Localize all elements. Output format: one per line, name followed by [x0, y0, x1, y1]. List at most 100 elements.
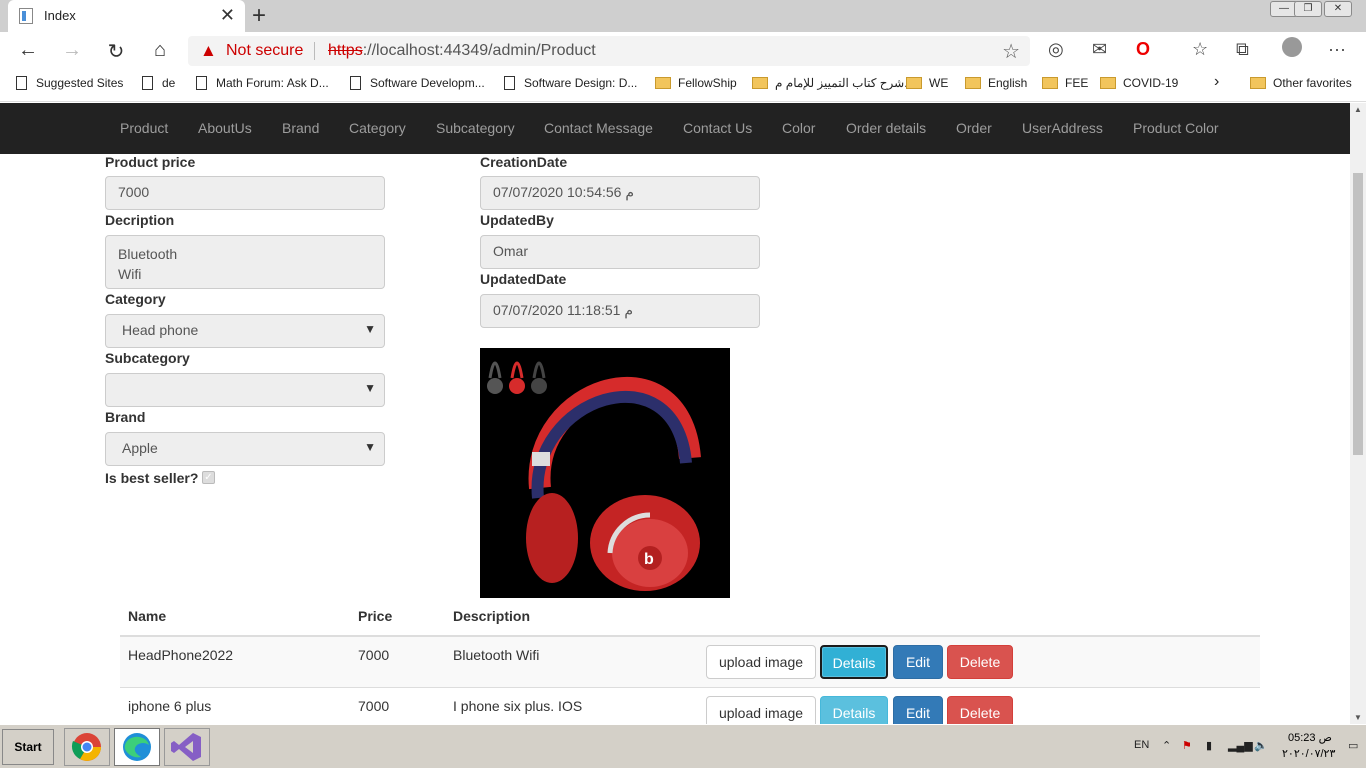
nav-link-category[interactable]: Category [349, 120, 406, 136]
visual-studio-app-icon[interactable] [164, 728, 210, 766]
network-icon[interactable]: ▂▄▆ [1228, 739, 1253, 752]
collections-icon[interactable]: ⧉ [1236, 39, 1249, 60]
nav-link-color[interactable]: Color [782, 120, 815, 136]
favorite-folder[interactable]: Other favorites [1250, 76, 1352, 90]
favorite-folder[interactable]: FEE [1042, 76, 1088, 90]
category-select[interactable]: Head phone ▼ [105, 314, 385, 348]
nav-link-contact-message[interactable]: Contact Message [544, 120, 653, 136]
upload-image-button[interactable]: upload image [706, 696, 816, 724]
language-indicator[interactable]: EN [1134, 739, 1149, 751]
nav-link-order-details[interactable]: Order details [846, 120, 926, 136]
subcategory-select[interactable]: ▼ [105, 373, 385, 407]
favorite-item[interactable]: Software Developm... [350, 76, 485, 90]
chevron-right-icon[interactable]: › [1214, 73, 1219, 91]
opera-icon[interactable]: O [1136, 39, 1150, 60]
chevron-up-icon[interactable]: ⌃ [1162, 739, 1171, 752]
bestseller-checkbox[interactable]: ✓ [202, 471, 215, 484]
address-row: ← → ↻ ⌂ ▲ Not secure https://localhost:4… [0, 32, 1366, 70]
cell-name: iphone 6 plus [128, 698, 212, 714]
scroll-thumb[interactable] [1353, 173, 1363, 455]
upload-image-button[interactable]: upload image [706, 645, 816, 679]
favorite-label: WE [929, 76, 949, 90]
favorite-folder[interactable]: شرح كتاب التمييز للإمام م... [752, 76, 914, 90]
vertical-scrollbar[interactable]: ▲ ▼ [1350, 103, 1366, 724]
mail-icon[interactable]: ✉ [1092, 39, 1107, 60]
close-window-icon[interactable]: ✕ [1324, 1, 1352, 17]
extensions-icon[interactable]: ◎ [1048, 39, 1064, 60]
subcategory-label: Subcategory [105, 350, 190, 366]
start-button[interactable]: Start [2, 729, 54, 765]
address-bar[interactable]: ▲ Not secure https://localhost:44349/adm… [188, 36, 1030, 66]
page-content: Product price 7000 Decription Bluetooth … [0, 154, 1350, 724]
favorite-label: FEE [1065, 76, 1089, 90]
delete-button[interactable]: Delete [947, 696, 1013, 724]
battery-icon[interactable]: ▮ [1206, 739, 1212, 752]
tab-title: Index [44, 8, 76, 23]
favorite-item[interactable]: Math Forum: Ask D... [196, 76, 329, 90]
profile-icon[interactable] [1282, 37, 1302, 57]
folder-icon [1250, 77, 1266, 89]
close-tab-icon[interactable]: ✕ [220, 5, 235, 26]
cell-description: Bluetooth Wifi [453, 647, 540, 663]
table-row: HeadPhone2022 7000 Bluetooth Wifi upload… [120, 637, 1260, 688]
edge-app-icon[interactable] [114, 728, 160, 766]
delete-button[interactable]: Delete [947, 645, 1013, 679]
brand-selected: Apple [122, 440, 158, 456]
scroll-down-icon[interactable]: ▼ [1354, 713, 1362, 722]
nav-link-aboutus[interactable]: AboutUs [198, 120, 252, 136]
nav-link-contact-us[interactable]: Contact Us [683, 120, 752, 136]
flag-icon[interactable]: ⚑ [1182, 739, 1192, 752]
details-button[interactable]: Details [820, 696, 888, 724]
favorite-item[interactable]: Software Design: D... [504, 76, 637, 90]
description-field[interactable]: Bluetooth Wifi [105, 235, 385, 289]
scroll-up-icon[interactable]: ▲ [1354, 105, 1362, 114]
favorite-star-icon[interactable]: ☆ [1002, 39, 1020, 64]
url-path: ://localhost:44349/admin/Product [362, 42, 596, 59]
home-icon[interactable]: ⌂ [148, 39, 172, 62]
details-button[interactable]: Details [820, 645, 888, 679]
page-icon [196, 76, 207, 90]
nav-link-brand[interactable]: Brand [282, 120, 319, 136]
favorite-label: Software Developm... [370, 76, 485, 90]
url-text[interactable]: https://localhost:44349/admin/Product [328, 42, 596, 60]
chrome-icon [71, 733, 101, 761]
volume-icon[interactable]: 🔈 [1254, 739, 1268, 752]
favorites-icon[interactable]: ☆ [1192, 39, 1208, 60]
favorite-item[interactable]: de [142, 76, 175, 90]
nav-link-product[interactable]: Product [120, 120, 168, 136]
favorite-label: Suggested Sites [36, 76, 124, 90]
favorite-item[interactable]: Suggested Sites [16, 76, 123, 90]
clock-time[interactable]: 05:23 ص [1288, 731, 1332, 744]
edit-button[interactable]: Edit [893, 645, 943, 679]
new-tab-icon[interactable]: + [252, 2, 266, 30]
favorite-folder[interactable]: COVID-19 [1100, 76, 1178, 90]
nav-link-order[interactable]: Order [956, 120, 992, 136]
price-field[interactable]: 7000 [105, 176, 385, 210]
favorite-folder[interactable]: English [965, 76, 1027, 90]
nav-link-useraddress[interactable]: UserAddress [1022, 120, 1103, 136]
forward-icon[interactable]: → [60, 39, 84, 62]
table-row: iphone 6 plus 7000 I phone six plus. IOS… [120, 688, 1260, 724]
back-icon[interactable]: ← [16, 39, 40, 62]
updated-by-field[interactable]: Omar [480, 235, 760, 269]
column-header-description: Description [453, 608, 531, 624]
edit-button[interactable]: Edit [893, 696, 943, 724]
description-label: Decription [105, 212, 175, 228]
clock-date[interactable]: ٢٠٢٠/٠٧/٢٣ [1282, 747, 1335, 760]
brand-select[interactable]: Apple ▼ [105, 432, 385, 466]
creation-date-field[interactable]: 07/07/2020 10:54:56 م [480, 176, 760, 210]
site-navbar: Product AboutUs Brand Category Subcatego… [0, 103, 1350, 154]
refresh-icon[interactable]: ↻ [104, 39, 128, 64]
favorite-folder[interactable]: WE [906, 76, 948, 90]
restore-window-icon[interactable]: ❐ [1294, 1, 1322, 17]
edge-icon [123, 733, 151, 761]
more-icon[interactable]: ··· [1328, 39, 1346, 60]
chrome-app-icon[interactable] [64, 728, 110, 766]
nav-link-product-color[interactable]: Product Color [1133, 120, 1219, 136]
updated-date-field[interactable]: 07/07/2020 11:18:51 م [480, 294, 760, 328]
browser-tab[interactable]: Index ✕ [8, 0, 245, 32]
show-desktop-icon[interactable]: ▭ [1348, 739, 1358, 752]
favorite-folder[interactable]: FellowShip [655, 76, 737, 90]
security-status[interactable]: Not secure [226, 42, 303, 60]
nav-link-subcategory[interactable]: Subcategory [436, 120, 515, 136]
